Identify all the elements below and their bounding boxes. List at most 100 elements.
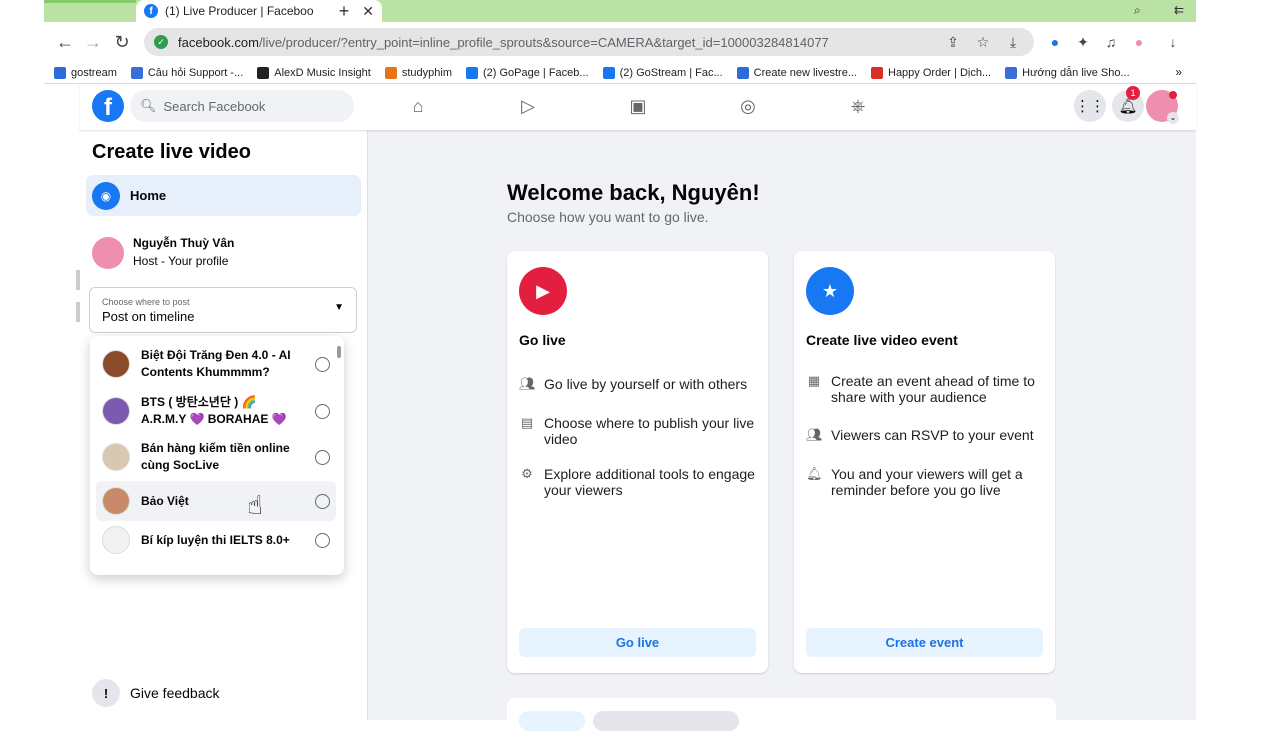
download-page-icon[interactable]: ⤓ bbox=[1004, 33, 1022, 51]
site-info-icon[interactable]: ✓ bbox=[154, 35, 168, 49]
radio-button[interactable] bbox=[315, 403, 330, 419]
destination-option[interactable]: BTS ( 방탄소년단 ) 🌈 A.R.M.Y 💜 BORAHAE 💜 bbox=[96, 391, 336, 431]
bookmark-item[interactable]: Câu hỏi Support -... bbox=[130, 66, 243, 79]
bookmark-label: (2) GoPage | Faceb... bbox=[482, 66, 589, 79]
caret-down-icon: ▼ bbox=[334, 302, 344, 313]
feature-item: 👥︎ Go live by yourself or with others bbox=[519, 376, 762, 392]
facebook-logo[interactable]: f bbox=[92, 90, 124, 122]
option-label: Bí kíp luyện thi IELTS 8.0+ bbox=[141, 532, 290, 547]
marketplace-nav-icon[interactable]: ▣ bbox=[626, 94, 650, 118]
bookmark-label: Hướng dẫn live Sho... bbox=[1022, 66, 1130, 79]
search-icon: 🔍︎ bbox=[140, 98, 157, 113]
option-label: Bán hàng kiếm tiền online cùng SocLive bbox=[141, 441, 290, 472]
tab-menu-icon[interactable]: ⇇ bbox=[1174, 3, 1184, 17]
bell-icon: 🔔︎ bbox=[806, 466, 823, 481]
dropdown-scrollbar[interactable] bbox=[337, 346, 341, 358]
destination-dropdown: Biệt Đội Trăng Đen 4.0 - AI Contents Khu… bbox=[90, 336, 344, 575]
extension-s-icon[interactable]: ● bbox=[1046, 33, 1064, 51]
feature-item: 👥︎ Viewers can RSVP to your event bbox=[806, 427, 1049, 443]
option-label: BTS ( 방탄소년단 ) 🌈 A.R.M.Y 💜 BORAHAE 💜 bbox=[141, 395, 287, 426]
create-event-button[interactable]: Create event bbox=[806, 628, 1043, 657]
gear-icon: ⚙ bbox=[521, 466, 533, 481]
destination-option[interactable]: Bảo Việt bbox=[96, 481, 336, 521]
facebook-header: f 🔍︎ Search Facebook ⌂ ▷ ▣ ◎ ⎈ ⋮⋮ 🔔︎ 1 ⌄ bbox=[80, 84, 1196, 130]
bookmark-favicon-icon bbox=[465, 66, 478, 79]
bookmark-item[interactable]: (2) GoPage | Faceb... bbox=[465, 66, 589, 79]
bookmark-item[interactable]: Happy Order | Dịch... bbox=[871, 66, 991, 79]
bookmark-item[interactable]: (2) GoStream | Fac... bbox=[602, 66, 723, 79]
placeholder-pill bbox=[593, 711, 739, 731]
home-nav-icon[interactable]: ⌂ bbox=[406, 94, 430, 118]
destination-option[interactable]: Bí kíp luyện thi IELTS 8.0+ bbox=[96, 523, 336, 557]
host-name: Nguyễn Thuỳ Vân bbox=[133, 236, 235, 250]
profile-pig-icon[interactable]: ● bbox=[1130, 33, 1148, 51]
welcome-heading: Welcome back, Nguyên! bbox=[507, 180, 760, 205]
extensions-puzzle-icon[interactable]: ✦ bbox=[1074, 33, 1092, 51]
close-tab-icon[interactable]: ✕ bbox=[362, 3, 374, 20]
tab-strip-accent bbox=[44, 0, 136, 3]
address-bar[interactable]: ✓ facebook.com/live/producer/?entry_poin… bbox=[144, 28, 1034, 56]
downloads-icon[interactable]: ↓ bbox=[1164, 33, 1182, 51]
menu-grid-icon[interactable]: ⋮⋮ bbox=[1074, 90, 1106, 122]
share-icon[interactable]: ⇪ bbox=[944, 33, 962, 51]
bookmark-item[interactable]: studyphim bbox=[384, 66, 452, 79]
left-gutter bbox=[0, 84, 80, 720]
page-title: Create live video bbox=[92, 141, 251, 163]
bookmarks-bar: gostream Câu hỏi Support -... AlexD Music … bbox=[44, 62, 1196, 84]
people-icon: 👥︎ bbox=[806, 427, 823, 442]
browser-toolbar: ← → ↻ ✓ facebook.com/live/producer/?entr… bbox=[44, 22, 1196, 62]
page-avatar bbox=[102, 443, 130, 471]
radio-button[interactable] bbox=[315, 532, 330, 548]
page-avatar bbox=[102, 487, 130, 515]
bookmark-label: gostream bbox=[71, 66, 117, 79]
feature-text: Create an event ahead of time to share w… bbox=[831, 373, 1035, 405]
watch-nav-icon[interactable]: ▷ bbox=[516, 94, 540, 118]
sidebar-item-label: Home bbox=[130, 188, 167, 203]
radio-button[interactable] bbox=[315, 493, 330, 509]
gaming-nav-icon[interactable]: ⎈ bbox=[846, 94, 870, 118]
go-live-button[interactable]: Go live bbox=[519, 628, 756, 657]
bookmark-item[interactable]: AlexD Music Insight bbox=[257, 66, 371, 79]
bookmark-item[interactable]: gostream bbox=[54, 66, 117, 79]
lower-card bbox=[507, 698, 1056, 738]
select-value: Post on timeline bbox=[102, 309, 195, 324]
reload-icon[interactable]: ↻ bbox=[111, 31, 133, 53]
right-gutter bbox=[1196, 0, 1280, 720]
sidebar-item-home[interactable]: ◉ Home bbox=[86, 175, 361, 216]
card-title: Create live video event bbox=[806, 332, 958, 348]
groups-nav-icon[interactable]: ◎ bbox=[736, 94, 760, 118]
media-control-icon[interactable]: ♫ bbox=[1102, 33, 1120, 51]
forward-arrow-icon[interactable]: → bbox=[82, 31, 104, 53]
bookmark-star-icon[interactable]: ☆ bbox=[974, 33, 992, 51]
destination-option[interactable]: Bán hàng kiếm tiền online cùng SocLive bbox=[96, 437, 336, 477]
feature-text: Viewers can RSVP to your event bbox=[831, 427, 1034, 443]
bookmark-item[interactable]: Hướng dẫn live Sho... bbox=[1005, 66, 1130, 79]
bookmark-item[interactable]: Create new livestre... bbox=[736, 66, 857, 79]
feature-item: ▦ Create an event ahead of time to share … bbox=[806, 373, 1049, 405]
facebook-search-input[interactable]: 🔍︎ Search Facebook bbox=[130, 90, 354, 122]
tab-search-icon[interactable]: ⌕ bbox=[1134, 3, 1141, 18]
radio-button[interactable] bbox=[315, 449, 330, 465]
give-feedback-button[interactable]: ! Give feedback bbox=[92, 679, 220, 707]
back-arrow-icon[interactable]: ← bbox=[54, 31, 76, 53]
chevron-down-icon[interactable]: ⌄ bbox=[1167, 112, 1179, 124]
create-event-card: ★ Create live video event ▦ Create an eve… bbox=[794, 251, 1055, 673]
feedback-icon: ! bbox=[92, 679, 120, 707]
bookmark-favicon-icon bbox=[130, 66, 143, 79]
url-path: /live/producer/?entry_point=inline_profi… bbox=[258, 34, 829, 50]
feature-text: Explore additional tools to engage your … bbox=[544, 466, 755, 498]
calendar-icon: ▦ bbox=[807, 373, 821, 388]
bookmark-favicon-icon bbox=[1005, 66, 1018, 79]
more-bookmarks-icon[interactable]: » bbox=[1175, 65, 1182, 79]
post-destination-select[interactable]: Choose where to post Post on timeline ▼ bbox=[89, 287, 357, 333]
new-tab-button[interactable]: + bbox=[334, 1, 354, 21]
bookmark-favicon-icon bbox=[871, 66, 883, 79]
page-avatar bbox=[102, 526, 130, 554]
search-placeholder: Search Facebook bbox=[163, 98, 266, 114]
destination-option[interactable]: Biệt Đội Trăng Đen 4.0 - AI Contents Khu… bbox=[96, 344, 336, 384]
bookmark-label: Create new livestre... bbox=[753, 66, 857, 79]
feature-item: ▤ Choose where to publish your live video bbox=[519, 415, 762, 447]
facebook-favicon-icon: f bbox=[144, 4, 158, 18]
radio-button[interactable] bbox=[315, 356, 330, 372]
host-role: Host - Your profile bbox=[133, 254, 229, 268]
